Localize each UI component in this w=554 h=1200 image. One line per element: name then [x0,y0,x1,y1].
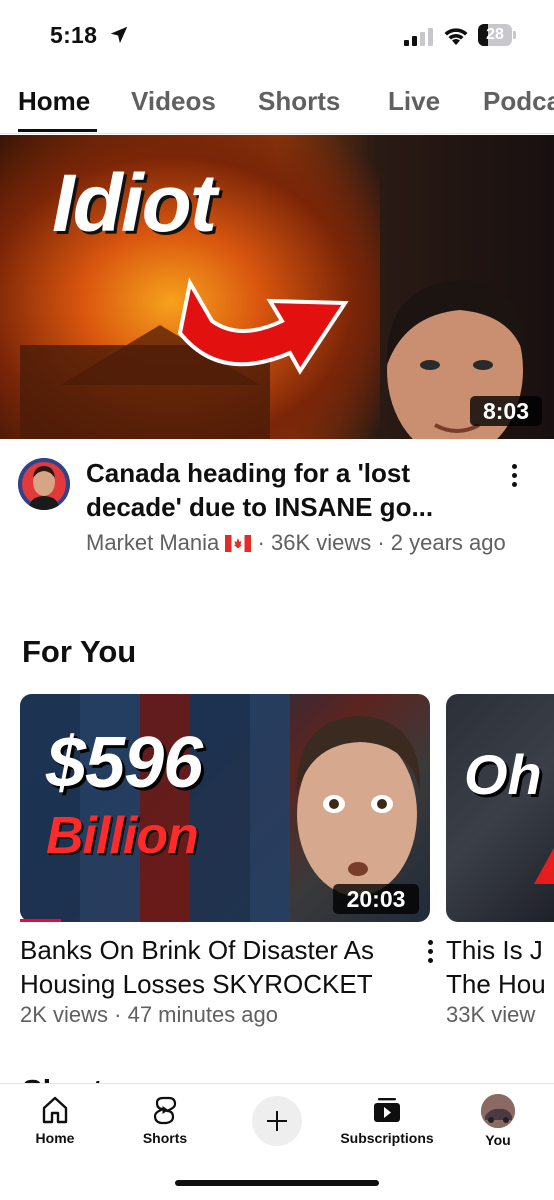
nav-shorts[interactable]: Shorts [110,1094,220,1146]
video-duration: 20:03 [333,884,419,914]
tab-shorts[interactable]: Shorts [258,86,340,117]
video-card-thumbnail[interactable]: Oh [446,694,554,922]
nav-you[interactable]: You [443,1094,553,1148]
nav-subscriptions-label: Subscriptions [340,1130,434,1146]
status-bar: 5:18 28 [0,0,554,70]
status-time: 5:18 [50,22,98,48]
channel-tabs: Home Videos Shorts Live Podcasts [0,72,554,134]
watch-progress-bar [20,919,61,922]
channel-name[interactable]: Market Mania [86,530,219,555]
nav-subscriptions[interactable]: Subscriptions [332,1094,442,1146]
create-button[interactable] [252,1096,302,1146]
wifi-icon [444,28,468,45]
more-options-icon[interactable] [510,464,518,491]
subscriptions-icon [374,1098,400,1122]
location-arrow-icon [110,26,128,44]
battery-icon: 28 [478,24,516,46]
channel-avatar[interactable] [18,458,70,510]
video-duration: 8:03 [470,396,542,426]
nav-home-label: Home [35,1130,75,1146]
main-video-meta: Market Mania · 36K views · 2 years ago [86,528,506,557]
shorts-icon [153,1096,177,1125]
nav-you-label: You [485,1132,511,1148]
warning-icon [534,844,554,884]
video-card-title[interactable]: This Is J The Hou [446,933,554,1001]
video-card-title[interactable]: Banks On Brink Of Disaster As Housing Lo… [20,933,420,1001]
tab-videos[interactable]: Videos [131,86,216,117]
home-icon [42,1096,68,1124]
home-indicator [175,1180,379,1186]
title-line: This Is J [446,935,543,965]
avatar-image [18,458,70,510]
battery-percent: 28 [486,26,504,43]
video-card-meta: 33K view [446,1002,536,1027]
for-you-heading: For You [22,634,137,669]
nav-shorts-label: Shorts [142,1130,188,1146]
tab-podcasts[interactable]: Podcasts [483,86,554,117]
more-options-icon[interactable] [426,940,434,967]
tab-home[interactable]: Home [18,86,90,117]
canada-flag-icon [225,535,252,552]
user-avatar [481,1094,515,1128]
red-arrow-graphic [177,277,349,375]
video-stats: · 36K views · 2 years ago [257,530,506,555]
main-video-thumbnail[interactable]: Idiot [0,135,554,439]
thumbnail-subtext: Billion [46,807,199,865]
tab-live[interactable]: Live [388,86,440,117]
title-line: Banks On Brink Of Disaster As [20,935,375,965]
title-line: The Hou [446,969,546,999]
plus-icon [267,1111,287,1131]
signal-icon [404,28,433,46]
active-tab-indicator [18,129,97,132]
thumbnail-text: Idiot [52,158,217,249]
thumbnail-text: $596 [46,723,203,803]
title-line: Housing Losses SKYROCKET [20,969,373,999]
main-video-title[interactable]: Canada heading for a 'lost decade' due t… [86,456,486,524]
thumbnail-text: Oh [464,743,542,806]
video-card-meta: 2K views · 47 minutes ago [20,1002,279,1027]
nav-home[interactable]: Home [0,1094,110,1146]
